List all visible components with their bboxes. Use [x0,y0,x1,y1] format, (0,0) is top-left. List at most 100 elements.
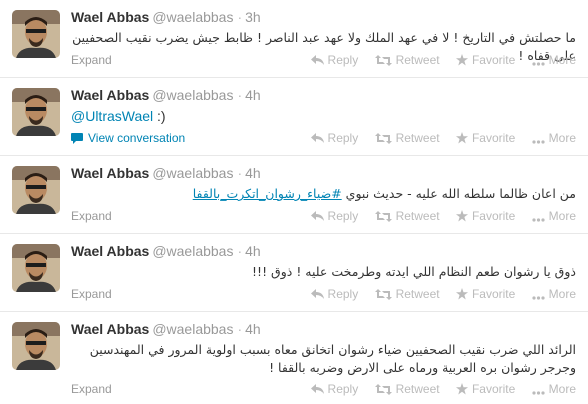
retweet-icon [374,133,392,147]
reply-button[interactable]: Reply [310,131,359,147]
star-icon [455,210,468,225]
ellipsis-icon [532,211,545,225]
retweet-icon [374,289,392,303]
author-name[interactable]: Wael Abbas [71,243,149,259]
expand-link[interactable]: Expand [71,53,112,67]
tweet-time[interactable]: 4h [245,165,261,181]
tweet-time[interactable]: 3h [245,9,261,25]
more-button[interactable]: More [532,209,576,225]
author-name[interactable]: Wael Abbas [71,321,149,337]
author-handle[interactable]: @waelabbas [152,243,233,259]
retweet-button[interactable]: Retweet [374,209,440,225]
reply-label: Reply [327,53,359,67]
star-icon [455,383,468,398]
tweet-header: Wael Abbas @waelabbas · 4h [71,243,261,259]
expand-link[interactable]: Expand [71,209,112,223]
time-separator: · [237,87,243,103]
hashtag-link[interactable]: #ضياء_رشوان_اتكرت_بالقفا [193,186,342,201]
tweet-actions: Reply Retweet Favorite More [298,131,576,147]
reply-button[interactable]: Reply [310,382,359,398]
tweet-time[interactable]: 4h [245,243,261,259]
favorite-button[interactable]: Favorite [455,131,515,147]
tweet-time[interactable]: 4h [245,321,261,337]
favorite-button[interactable]: Favorite [455,287,515,303]
author-name[interactable]: Wael Abbas [71,87,149,103]
more-label: More [548,131,576,145]
time-separator: · [237,165,243,181]
tweet-actions: Reply Retweet Favorite More [298,382,576,398]
reply-label: Reply [327,382,359,396]
retweet-label: Retweet [395,131,440,145]
ellipsis-icon [532,289,545,303]
tweet[interactable]: Wael Abbas @waelabbas · 3h ما حصلتش في التا… [0,0,588,78]
retweet-icon [374,211,392,225]
author-handle[interactable]: @waelabbas [152,87,233,103]
avatar[interactable] [12,322,60,370]
favorite-label: Favorite [471,209,516,223]
reply-arrow-icon [310,55,324,69]
mention-link[interactable]: @UltrasWael [71,108,153,124]
tweet-actions: Reply Retweet Favorite More [298,53,576,69]
tweet-text: من اعان ظالما سلطه الله عليه - حديث نبوي… [71,185,576,203]
reply-button[interactable]: Reply [310,53,359,69]
view-conversation-label: View conversation [88,131,186,145]
reply-label: Reply [327,287,359,301]
star-icon [455,132,468,147]
retweet-label: Retweet [395,287,440,301]
tweet-time[interactable]: 4h [245,87,261,103]
ellipsis-icon [532,55,545,69]
more-button[interactable]: More [532,287,576,303]
reply-arrow-icon [310,289,324,303]
star-icon [455,54,468,69]
favorite-button[interactable]: Favorite [455,382,516,398]
speech-bubble-icon [71,133,83,147]
tweet-text: @UltrasWael :) [71,107,166,125]
more-label: More [548,287,576,301]
tweet[interactable]: Wael Abbas @waelabbas · 4h ذوق يا رشوان طعم… [0,234,588,312]
favorite-label: Favorite [471,382,516,396]
author-name[interactable]: Wael Abbas [71,9,149,25]
ellipsis-icon [532,133,545,147]
retweet-button[interactable]: Retweet [374,53,440,69]
avatar[interactable] [12,166,60,214]
tweet[interactable]: Wael Abbas @waelabbas · 4h الرائد اللي ضرب … [0,312,588,404]
avatar[interactable] [12,244,60,292]
tweet-header: Wael Abbas @waelabbas · 3h [71,9,261,25]
favorite-button[interactable]: Favorite [455,209,516,225]
author-name[interactable]: Wael Abbas [71,165,149,181]
more-label: More [548,209,576,223]
retweet-button[interactable]: Retweet [374,382,440,398]
tweet-text-before: من اعان ظالما سلطه الله عليه - حديث نبوي [341,186,576,201]
tweet-actions: Reply Retweet Favorite More [298,287,576,303]
expand-link[interactable]: Expand [71,287,112,301]
more-label: More [548,382,576,396]
retweet-label: Retweet [395,53,440,67]
avatar[interactable] [12,10,60,58]
tweet-text-after: :) [153,108,166,124]
author-handle[interactable]: @waelabbas [152,165,233,181]
reply-button[interactable]: Reply [310,209,358,225]
tweet-actions: Reply Retweet Favorite More [298,209,576,225]
avatar[interactable] [12,88,60,136]
tweet[interactable]: Wael Abbas @waelabbas · 4h من اعان ظالما سل… [0,156,588,234]
retweet-label: Retweet [395,382,440,396]
expand-link[interactable]: Expand [71,382,112,396]
author-handle[interactable]: @waelabbas [152,9,233,25]
tweet-header: Wael Abbas @waelabbas · 4h [71,165,261,181]
reply-button[interactable]: Reply [310,287,359,303]
reply-label: Reply [327,131,359,145]
time-separator: · [237,243,243,259]
favorite-button[interactable]: Favorite [455,53,515,69]
retweet-icon [374,384,392,398]
view-conversation-link[interactable]: View conversation [71,131,185,147]
tweet[interactable]: Wael Abbas @waelabbas · 4h @UltrasWael :) V… [0,78,588,156]
author-handle[interactable]: @waelabbas [152,321,233,337]
retweet-label: Retweet [395,209,440,223]
more-button[interactable]: More [532,53,576,69]
more-button[interactable]: More [532,131,576,147]
retweet-button[interactable]: Retweet [374,287,440,303]
time-separator: · [237,321,243,337]
reply-arrow-icon [310,384,324,398]
retweet-button[interactable]: Retweet [374,131,440,147]
more-button[interactable]: More [532,382,576,398]
